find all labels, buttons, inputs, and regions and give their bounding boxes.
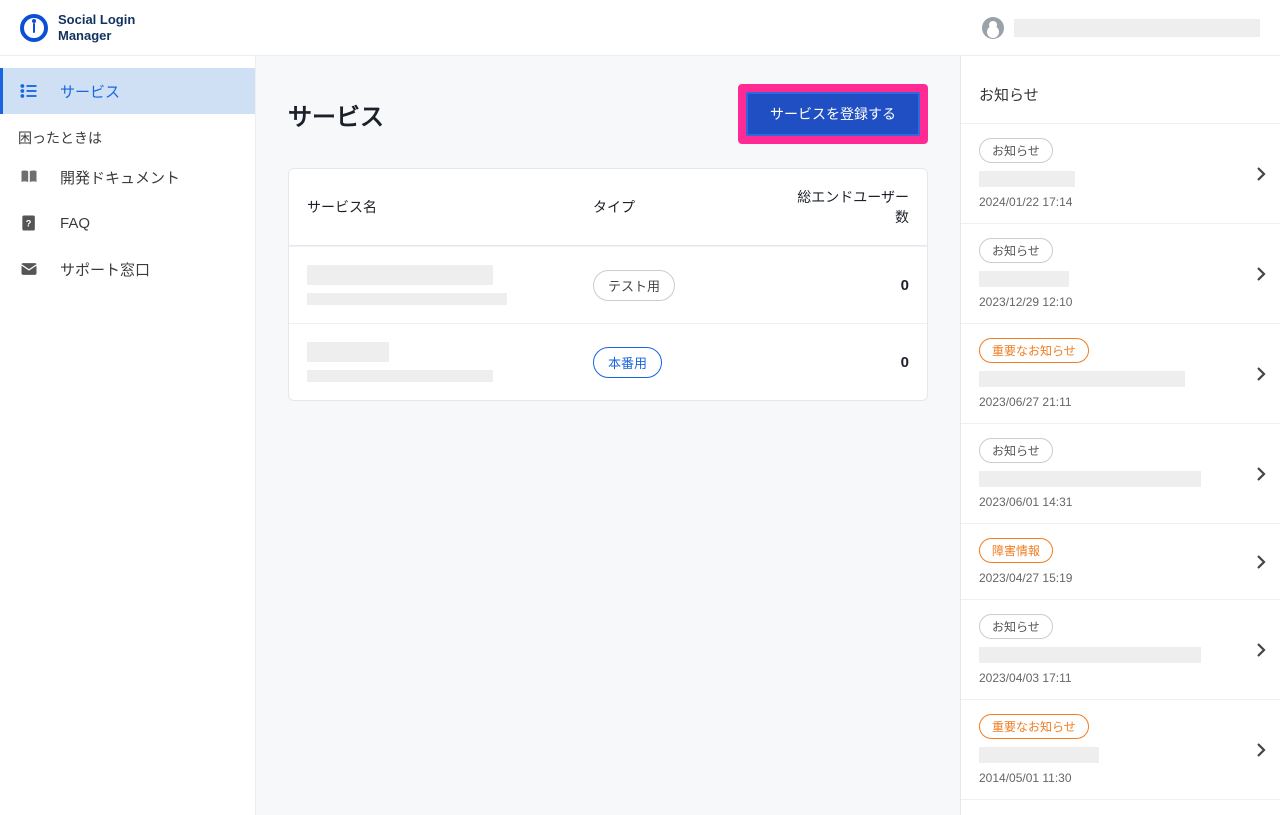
news-item[interactable]: 重要なお知らせ 2014/05/01 11:30	[961, 699, 1280, 800]
cell-users: 0	[789, 277, 909, 294]
news-panel: お知らせ お知らせ 2024/01/22 17:14 お知らせ 2023/12/…	[960, 56, 1280, 815]
main-content: サービス サービスを登録する サービス名 タイプ 総エンドユーザー数 テスト用 …	[256, 56, 960, 815]
chevron-right-icon	[1256, 266, 1266, 282]
news-date: 2014/05/01 11:30	[979, 771, 1262, 785]
user-name	[1014, 19, 1260, 37]
register-service-button[interactable]: サービスを登録する	[746, 92, 920, 136]
news-badge: 重要なお知らせ	[979, 714, 1089, 739]
question-doc-icon: ?	[18, 212, 40, 234]
sidebar-help-heading: 困ったときは	[0, 114, 255, 154]
news-badge: 障害情報	[979, 538, 1053, 563]
type-chip: テスト用	[593, 270, 675, 301]
news-item[interactable]: お知らせ 2023/04/03 17:11	[961, 599, 1280, 699]
chevron-right-icon	[1256, 642, 1266, 658]
news-badge: お知らせ	[979, 138, 1053, 163]
news-date: 2023/04/27 15:19	[979, 571, 1262, 585]
cell-name	[307, 342, 593, 382]
news-item-title	[979, 647, 1201, 663]
news-date: 2023/04/03 17:11	[979, 671, 1262, 685]
news-heading: お知らせ	[961, 84, 1280, 123]
news-badge: お知らせ	[979, 238, 1053, 263]
news-item[interactable]: 障害情報 2023/04/27 15:19	[961, 523, 1280, 599]
news-date: 2023/06/27 21:11	[979, 395, 1262, 409]
page-title: サービス	[288, 97, 384, 132]
book-icon	[18, 166, 40, 188]
user-menu[interactable]	[982, 17, 1260, 39]
list-icon	[18, 80, 40, 102]
chevron-right-icon	[1256, 554, 1266, 570]
register-button-highlight: サービスを登録する	[738, 84, 928, 144]
news-item[interactable]: お知らせ 2024/01/22 17:14	[961, 123, 1280, 223]
sidebar-item-docs[interactable]: 開発ドキュメント	[0, 154, 255, 200]
logo-icon	[20, 14, 48, 42]
col-type: タイプ	[593, 197, 789, 217]
sidebar-item-label: FAQ	[60, 215, 90, 232]
sidebar-item-label: サービス	[60, 81, 120, 102]
news-badge: お知らせ	[979, 614, 1053, 639]
mail-icon	[18, 258, 40, 280]
news-item-title	[979, 171, 1075, 187]
col-users: 総エンドユーザー数	[789, 187, 909, 227]
col-name: サービス名	[307, 197, 593, 217]
sidebar-item-label: サポート窓口	[60, 259, 150, 280]
svg-text:?: ?	[26, 218, 32, 228]
news-item[interactable]: お知らせ 2023/12/29 12:10	[961, 223, 1280, 323]
table-row[interactable]: テスト用 0	[289, 246, 927, 323]
news-item-title	[979, 471, 1201, 487]
news-badge: お知らせ	[979, 438, 1053, 463]
news-date: 2023/12/29 12:10	[979, 295, 1262, 309]
news-date: 2024/01/22 17:14	[979, 195, 1262, 209]
news-date: 2023/06/01 14:31	[979, 495, 1262, 509]
news-badge: 重要なお知らせ	[979, 338, 1089, 363]
cell-type: テスト用	[593, 270, 789, 301]
app-logo[interactable]: Social Login Manager	[20, 12, 135, 43]
cell-name	[307, 265, 593, 305]
chevron-right-icon	[1256, 742, 1266, 758]
news-item-title	[979, 747, 1099, 763]
cell-type: 本番用	[593, 347, 789, 378]
table-header-row: サービス名 タイプ 総エンドユーザー数	[289, 169, 927, 246]
services-table: サービス名 タイプ 総エンドユーザー数 テスト用 0 本番用	[288, 168, 928, 401]
table-row[interactable]: 本番用 0	[289, 323, 927, 400]
news-item[interactable]: 重要なお知らせ 2023/06/27 21:11	[961, 323, 1280, 423]
app-header: Social Login Manager	[0, 0, 1280, 56]
news-item[interactable]: お知らせ 2023/06/01 14:31	[961, 423, 1280, 523]
sidebar: サービス 困ったときは 開発ドキュメント ? FAQ サポート窓口	[0, 56, 256, 815]
chevron-right-icon	[1256, 166, 1266, 182]
sidebar-item-services[interactable]: サービス	[0, 68, 255, 114]
avatar-icon	[982, 17, 1004, 39]
chevron-right-icon	[1256, 466, 1266, 482]
sidebar-item-faq[interactable]: ? FAQ	[0, 200, 255, 246]
news-item-title	[979, 271, 1069, 287]
sidebar-item-label: 開発ドキュメント	[60, 167, 180, 188]
chevron-right-icon	[1256, 366, 1266, 382]
type-chip: 本番用	[593, 347, 662, 378]
news-item-title	[979, 371, 1185, 387]
app-name: Social Login Manager	[58, 12, 135, 43]
cell-users: 0	[789, 354, 909, 371]
sidebar-item-support[interactable]: サポート窓口	[0, 246, 255, 292]
